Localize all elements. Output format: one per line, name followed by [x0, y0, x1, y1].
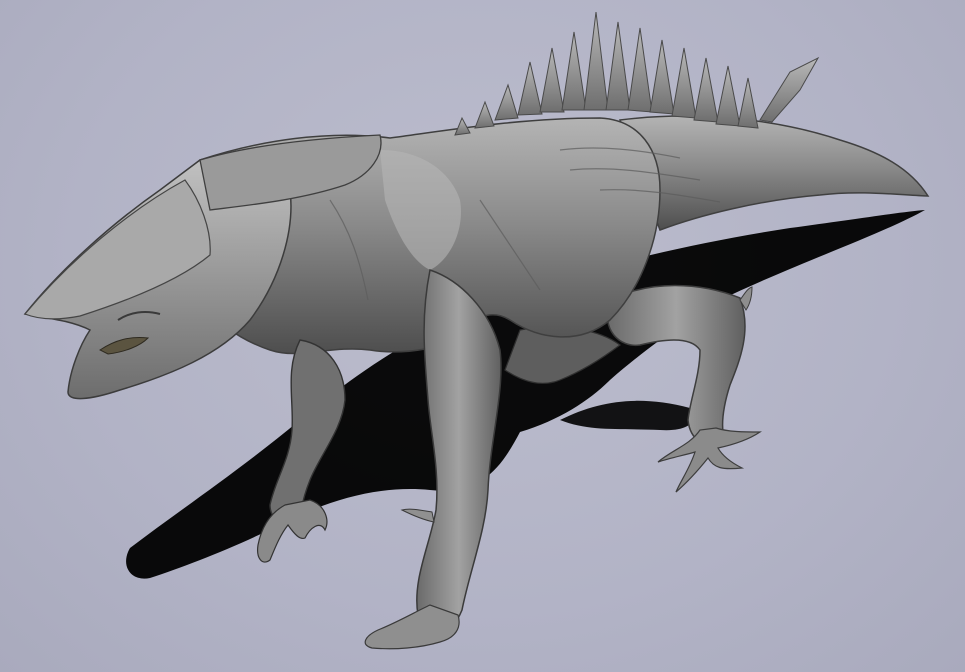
fore-foot-front	[364, 604, 460, 650]
tail	[618, 115, 930, 231]
dorsal-spines	[454, 11, 820, 136]
render-viewport	[0, 0, 965, 672]
creature-render	[23, 11, 930, 650]
fore-spur	[400, 508, 435, 523]
shadow-limb-1	[560, 400, 694, 431]
hind-foot-claws	[657, 427, 762, 493]
